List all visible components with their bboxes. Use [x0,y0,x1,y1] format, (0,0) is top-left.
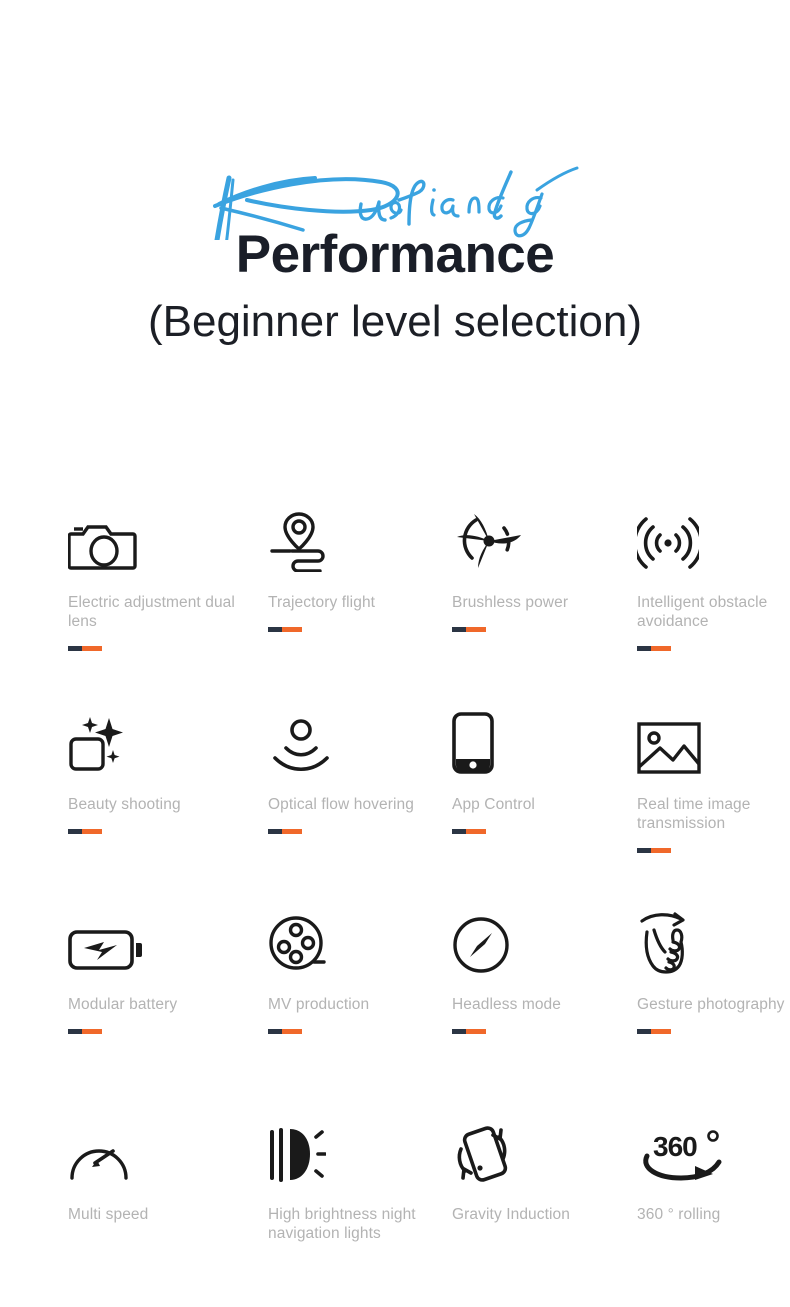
feature-item[interactable]: Optical flow hovering [268,712,458,834]
feature-grid: Electric adjustment dual lens Trajectory… [0,0,790,1307]
feature-item[interactable]: Headless mode [452,912,642,1034]
rotate-360-icon: 360 [637,1122,790,1184]
svg-text:360: 360 [653,1131,697,1162]
feature-label: Trajectory flight [268,594,376,611]
feature-item[interactable]: Beauty shooting [68,712,258,834]
headlight-icon [268,1122,458,1184]
feature-label: Modular battery [68,996,178,1013]
feature-label: Multi speed [68,1206,149,1223]
feature-divider [637,645,671,651]
feature-item[interactable]: Modular battery [68,912,258,1034]
hover-sensor-icon [268,712,458,774]
tilt-phone-icon [452,1122,642,1184]
feature-label: Gravity Induction [452,1206,571,1223]
feature-divider [68,645,102,651]
feature-item[interactable]: App Control [452,712,642,834]
compass-icon [452,912,642,974]
feature-item[interactable]: MV production [268,912,458,1034]
feature-item[interactable]: Trajectory flight [268,510,458,632]
camera-icon [68,510,258,572]
feature-label: Brushless power [452,594,569,611]
feature-label: MV production [268,996,370,1013]
photo-image-icon [637,712,790,774]
sparkle-square-icon [68,712,258,774]
feature-item[interactable]: Multi speed [68,1122,258,1244]
feature-divider [268,626,302,632]
feature-divider [452,626,486,632]
product-feature-page: Performance (Beginner level selection) E… [0,0,790,1307]
feature-divider [268,1028,302,1034]
feature-label: Electric adjustment dual lens [68,594,235,630]
feature-label: Gesture photography [637,996,785,1013]
feature-item[interactable]: High brightness night navigation lights [268,1122,458,1263]
feature-label: 360 ° rolling [637,1206,721,1223]
propeller-icon [452,510,642,572]
feature-divider [452,828,486,834]
feature-divider [637,847,671,853]
feature-label: High brightness night navigation lights [268,1206,416,1242]
location-route-icon [268,510,458,572]
feature-item[interactable]: Electric adjustment dual lens [68,510,258,651]
smartphone-icon [452,712,642,774]
signal-waves-icon [637,510,790,572]
feature-item[interactable]: Gesture photography [637,912,790,1034]
feature-label: Intelligent obstacle avoidance [637,594,768,630]
film-reel-icon [268,912,458,974]
feature-item[interactable]: Brushless power [452,510,642,632]
feature-label: App Control [452,796,535,813]
feature-label: Real time image transmission [637,796,751,832]
hand-gesture-icon [637,912,790,974]
feature-divider [68,1028,102,1034]
speedometer-icon [68,1122,258,1184]
feature-item[interactable]: 360 360 ° rolling [637,1122,790,1244]
feature-item[interactable]: Gravity Induction [452,1122,642,1244]
feature-divider [268,828,302,834]
feature-item[interactable]: Intelligent obstacle avoidance [637,510,790,651]
feature-label: Beauty shooting [68,796,181,813]
battery-bolt-icon [68,912,258,974]
feature-item[interactable]: Real time image transmission [637,712,790,853]
feature-divider [68,828,102,834]
feature-divider [452,1028,486,1034]
feature-label: Headless mode [452,996,561,1013]
feature-divider [637,1028,671,1034]
feature-label: Optical flow hovering [268,796,414,813]
